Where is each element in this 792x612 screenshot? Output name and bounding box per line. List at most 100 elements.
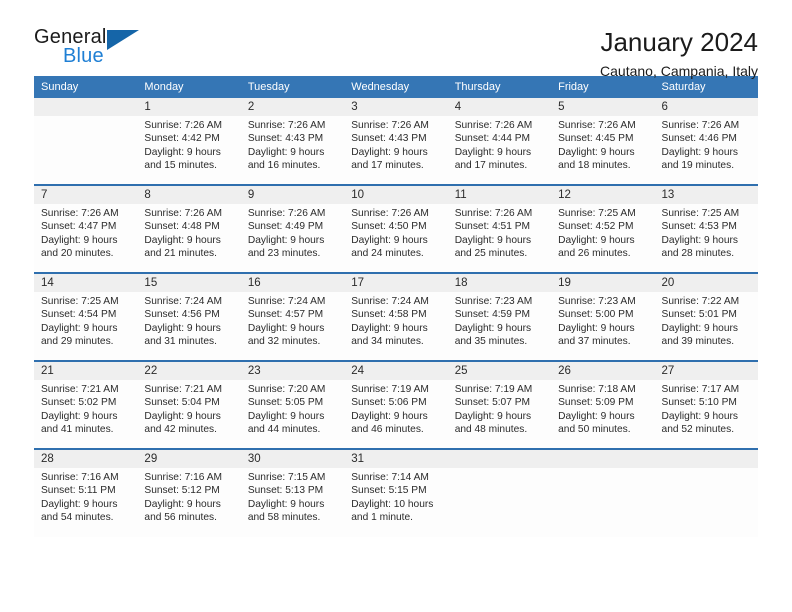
week-detail-row: Sunrise: 7:26 AM Sunset: 4:47 PM Dayligh… (34, 204, 758, 273)
sunset-text: Sunset: 4:47 PM (41, 221, 117, 233)
daylight-text-line1: Daylight: 9 hours (41, 322, 118, 334)
sunset-text: Sunset: 4:51 PM (454, 221, 531, 233)
daylight-text-line2: and 17 minutes. (351, 160, 424, 172)
day-cell[interactable]: Sunrise: 7:26 AM Sunset: 4:50 PM Dayligh… (344, 204, 448, 273)
sunrise-text: Sunrise: 7:16 AM (144, 472, 223, 483)
sunrise-text: Sunrise: 7:23 AM (454, 296, 533, 307)
day-cell[interactable]: Sunrise: 7:24 AM Sunset: 4:58 PM Dayligh… (344, 292, 448, 361)
sunrise-text: Sunrise: 7:15 AM (247, 472, 326, 483)
sunrise-text: Sunrise: 7:22 AM (661, 296, 740, 307)
daylight-text-line2: and 17 minutes. (454, 160, 528, 172)
day-cell[interactable]: Sunrise: 7:25 AM Sunset: 4:54 PM Dayligh… (34, 292, 138, 361)
daylight-text-line2: and 52 minutes. (661, 424, 735, 436)
day-number[interactable]: 8 (137, 184, 241, 204)
day-number[interactable]: 30 (240, 448, 345, 468)
sunset-text: Sunset: 5:00 PM (558, 309, 634, 321)
day-cell[interactable]: Sunrise: 7:16 AM Sunset: 5:12 PM Dayligh… (137, 468, 241, 537)
day-number[interactable]: 15 (137, 272, 241, 292)
daylight-text-line2: and 41 minutes. (41, 424, 114, 436)
day-number[interactable] (447, 448, 552, 468)
daylight-text-line2: and 19 minutes. (661, 160, 735, 172)
day-number[interactable]: 26 (551, 360, 655, 380)
sunrise-text: Sunrise: 7:26 AM (661, 120, 740, 131)
day-cell[interactable]: Sunrise: 7:26 AM Sunset: 4:45 PM Dayligh… (551, 116, 655, 185)
day-number[interactable]: 22 (137, 360, 241, 380)
day-cell[interactable]: Sunrise: 7:25 AM Sunset: 4:53 PM Dayligh… (654, 204, 758, 273)
day-cell[interactable]: Sunrise: 7:26 AM Sunset: 4:43 PM Dayligh… (344, 116, 448, 185)
day-cell[interactable]: Sunrise: 7:17 AM Sunset: 5:10 PM Dayligh… (654, 380, 758, 449)
day-number[interactable]: 5 (551, 98, 655, 116)
day-number[interactable]: 13 (654, 184, 758, 204)
daylight-text-line2: and 46 minutes. (351, 424, 424, 436)
daylight-text-line2: and 44 minutes. (247, 424, 321, 436)
day-number[interactable]: 16 (240, 272, 345, 292)
sunrise-text: Sunrise: 7:26 AM (144, 208, 223, 219)
day-number[interactable]: 11 (447, 184, 552, 204)
day-number[interactable]: 28 (34, 448, 138, 468)
daylight-text-line2: and 23 minutes. (247, 248, 321, 260)
day-number[interactable]: 10 (344, 184, 448, 204)
day-cell[interactable]: Sunrise: 7:21 AM Sunset: 5:02 PM Dayligh… (34, 380, 138, 449)
day-cell[interactable]: Sunrise: 7:26 AM Sunset: 4:48 PM Dayligh… (137, 204, 241, 273)
day-number[interactable] (551, 448, 655, 468)
day-cell[interactable]: Sunrise: 7:26 AM Sunset: 4:44 PM Dayligh… (447, 116, 552, 185)
day-number[interactable]: 1 (137, 98, 241, 116)
sunrise-text: Sunrise: 7:25 AM (661, 208, 740, 219)
day-number[interactable] (654, 448, 758, 468)
day-cell[interactable]: Sunrise: 7:20 AM Sunset: 5:05 PM Dayligh… (240, 380, 345, 449)
day-cell[interactable]: Sunrise: 7:23 AM Sunset: 5:00 PM Dayligh… (551, 292, 655, 361)
day-cell[interactable]: Sunrise: 7:25 AM Sunset: 4:52 PM Dayligh… (551, 204, 655, 273)
day-cell[interactable] (551, 468, 655, 537)
day-number[interactable]: 20 (654, 272, 758, 292)
day-cell[interactable]: Sunrise: 7:24 AM Sunset: 4:57 PM Dayligh… (240, 292, 345, 361)
day-number[interactable]: 21 (34, 360, 138, 380)
day-cell[interactable]: Sunrise: 7:19 AM Sunset: 5:07 PM Dayligh… (447, 380, 552, 449)
day-cell[interactable] (34, 116, 138, 185)
day-cell[interactable] (447, 468, 552, 537)
day-cell[interactable]: Sunrise: 7:14 AM Sunset: 5:15 PM Dayligh… (344, 468, 448, 537)
day-number[interactable]: 4 (447, 98, 552, 116)
daylight-text-line1: Daylight: 9 hours (661, 146, 738, 158)
day-number[interactable]: 9 (240, 184, 345, 204)
day-cell[interactable]: Sunrise: 7:26 AM Sunset: 4:51 PM Dayligh… (447, 204, 552, 273)
day-cell[interactable]: Sunrise: 7:16 AM Sunset: 5:11 PM Dayligh… (34, 468, 138, 537)
day-number[interactable]: 29 (137, 448, 241, 468)
day-number[interactable]: 12 (551, 184, 655, 204)
day-cell[interactable]: Sunrise: 7:21 AM Sunset: 5:04 PM Dayligh… (137, 380, 241, 449)
daylight-text-line1: Daylight: 10 hours (351, 498, 434, 510)
day-number[interactable]: 24 (344, 360, 448, 380)
day-cell[interactable]: Sunrise: 7:19 AM Sunset: 5:06 PM Dayligh… (344, 380, 448, 449)
day-cell[interactable] (654, 468, 758, 537)
day-number[interactable]: 2 (240, 98, 345, 116)
day-cell[interactable]: Sunrise: 7:15 AM Sunset: 5:13 PM Dayligh… (240, 468, 345, 537)
day-cell[interactable]: Sunrise: 7:26 AM Sunset: 4:43 PM Dayligh… (240, 116, 345, 185)
sunset-text: Sunset: 5:11 PM (41, 485, 116, 497)
calendar-grid: Sunday Monday Tuesday Wednesday Thursday… (34, 76, 758, 537)
sunset-text: Sunset: 5:10 PM (661, 397, 737, 409)
day-cell[interactable]: Sunrise: 7:22 AM Sunset: 5:01 PM Dayligh… (654, 292, 758, 361)
sunset-text: Sunset: 4:54 PM (41, 309, 117, 321)
sunrise-text: Sunrise: 7:26 AM (144, 120, 223, 131)
day-number[interactable]: 7 (34, 184, 138, 204)
day-number[interactable]: 17 (344, 272, 448, 292)
sunset-text: Sunset: 4:46 PM (661, 133, 737, 145)
day-number[interactable]: 3 (344, 98, 448, 116)
sunset-text: Sunset: 5:06 PM (351, 397, 427, 409)
day-cell[interactable]: Sunrise: 7:26 AM Sunset: 4:46 PM Dayligh… (654, 116, 758, 185)
day-number[interactable]: 6 (654, 98, 758, 116)
day-number[interactable]: 19 (551, 272, 655, 292)
day-number[interactable] (34, 98, 138, 116)
generalblue-logo[interactable]: General Blue (34, 26, 146, 72)
day-cell[interactable]: Sunrise: 7:26 AM Sunset: 4:42 PM Dayligh… (137, 116, 241, 185)
day-number[interactable]: 27 (654, 360, 758, 380)
day-cell[interactable]: Sunrise: 7:24 AM Sunset: 4:56 PM Dayligh… (137, 292, 241, 361)
day-number[interactable]: 31 (344, 448, 448, 468)
day-number[interactable]: 18 (447, 272, 552, 292)
day-cell[interactable]: Sunrise: 7:26 AM Sunset: 4:47 PM Dayligh… (34, 204, 138, 273)
day-cell[interactable]: Sunrise: 7:26 AM Sunset: 4:49 PM Dayligh… (240, 204, 345, 273)
day-number[interactable]: 14 (34, 272, 138, 292)
day-number[interactable]: 23 (240, 360, 345, 380)
day-number[interactable]: 25 (447, 360, 552, 380)
day-cell[interactable]: Sunrise: 7:18 AM Sunset: 5:09 PM Dayligh… (551, 380, 655, 449)
day-cell[interactable]: Sunrise: 7:23 AM Sunset: 4:59 PM Dayligh… (447, 292, 552, 361)
